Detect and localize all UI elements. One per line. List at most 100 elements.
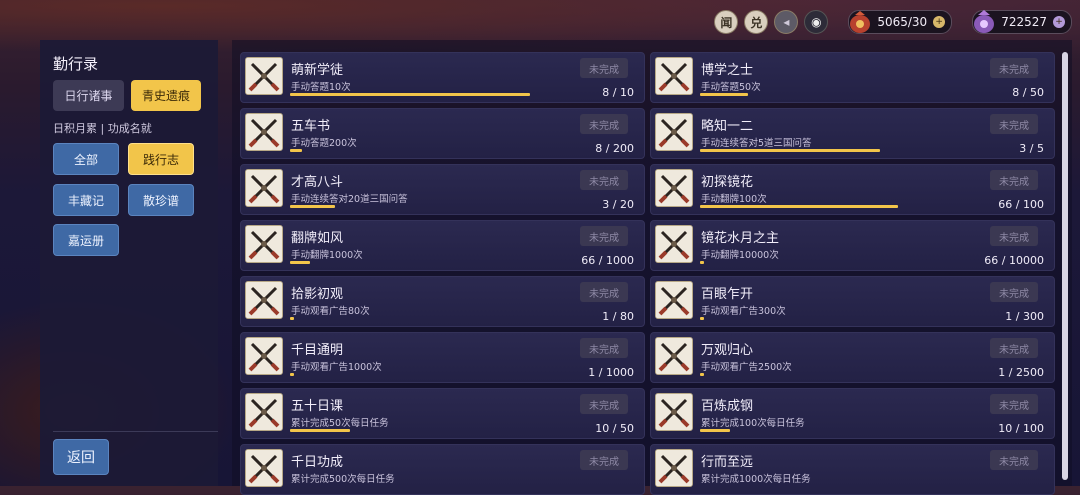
achievement-description: 手动答题200次 xyxy=(291,138,357,149)
resource-counter-gems[interactable]: 722527 + xyxy=(972,10,1072,34)
tab-history[interactable]: 青史遗痕 xyxy=(131,80,201,111)
status-badge[interactable]: 未完成 xyxy=(580,450,628,470)
achievement-description: 手动观看广告1000次 xyxy=(291,362,382,373)
status-badge[interactable]: 未完成 xyxy=(990,338,1038,358)
resource-counter-coins[interactable]: 5065/30 + xyxy=(848,10,953,34)
crossed-swords-icon xyxy=(245,281,283,319)
achievement-description: 手动观看广告2500次 xyxy=(701,362,792,373)
achievement-name: 千日功成 xyxy=(291,455,344,470)
scrollbar-thumb[interactable] xyxy=(1062,52,1068,480)
progress-track xyxy=(290,373,590,376)
achievement-card[interactable]: 拾影初观 手动观看广告80次 未完成 1 / 80 xyxy=(240,276,645,327)
progress-fill xyxy=(290,205,335,208)
crossed-swords-icon xyxy=(245,337,283,375)
achievement-name: 五车书 xyxy=(291,119,331,134)
achievement-card[interactable]: 万观归心 手动观看广告2500次 未完成 1 / 2500 xyxy=(650,332,1055,383)
status-badge[interactable]: 未完成 xyxy=(580,170,628,190)
progress-track xyxy=(700,93,1000,96)
achievement-card[interactable]: 略知一二 手动连续答对5道三国问答 未完成 3 / 5 xyxy=(650,108,1055,159)
progress-text: 1 / 300 xyxy=(1005,310,1044,323)
achievement-description: 手动答题50次 xyxy=(701,82,761,93)
resource-value: 722527 xyxy=(1001,15,1047,29)
status-badge[interactable]: 未完成 xyxy=(580,114,628,134)
achievement-description: 手动观看广告300次 xyxy=(701,306,786,317)
hear-icon[interactable]: 闻 xyxy=(714,10,739,34)
status-badge[interactable]: 未完成 xyxy=(580,282,628,302)
achievement-name: 才高八斗 xyxy=(291,175,344,190)
category-treasure-button[interactable]: 散珍谱 xyxy=(128,184,194,216)
progress-track xyxy=(700,149,1000,152)
crossed-swords-icon xyxy=(245,113,283,151)
achievement-card[interactable]: 五十日课 累计完成50次每日任务 未完成 10 / 50 xyxy=(240,388,645,439)
progress-track xyxy=(290,485,590,488)
progress-fill xyxy=(700,149,880,152)
achievement-card[interactable]: 才高八斗 手动连续答对20道三国问答 未完成 3 / 20 xyxy=(240,164,645,215)
crossed-swords-icon xyxy=(245,169,283,207)
achievement-card[interactable]: 百眼乍开 手动观看广告300次 未完成 1 / 300 xyxy=(650,276,1055,327)
plus-icon[interactable]: + xyxy=(1053,16,1065,28)
crossed-swords-icon xyxy=(245,57,283,95)
achievement-description: 手动翻牌1000次 xyxy=(291,250,363,261)
scrollbar[interactable] xyxy=(1062,52,1068,480)
progress-fill xyxy=(700,205,898,208)
progress-text: 1 / 80 xyxy=(602,310,634,323)
category-all-button[interactable]: 全部 xyxy=(53,143,119,175)
progress-track xyxy=(700,485,1000,488)
progress-track xyxy=(290,93,590,96)
achievement-card[interactable]: 千日功成 累计完成500次每日任务 未完成 xyxy=(240,444,645,495)
category-fortune-button[interactable]: 嘉运册 xyxy=(53,224,119,256)
progress-text: 66 / 100 xyxy=(998,198,1044,211)
status-badge[interactable]: 未完成 xyxy=(580,338,628,358)
achievement-description: 手动翻牌10000次 xyxy=(701,250,779,261)
plus-icon[interactable]: + xyxy=(933,16,946,28)
progress-text: 1 / 2500 xyxy=(998,366,1044,379)
progress-text: 8 / 10 xyxy=(602,86,634,99)
tab-daily[interactable]: 日行诸事 xyxy=(53,80,124,111)
achievement-card[interactable]: 镜花水月之主手动翻牌10000次 未完成 66 / 10000 xyxy=(650,220,1055,271)
achievement-description: 手动答题10次 xyxy=(291,82,351,93)
achievement-card[interactable]: 千目通明 手动观看广告1000次 未完成 1 / 1000 xyxy=(240,332,645,383)
achievement-name: 拾影初观 xyxy=(291,287,344,302)
achievement-description: 累计完成1000次每日任务 xyxy=(701,474,811,485)
achievement-name: 镜花水月之主 xyxy=(701,231,780,246)
status-badge[interactable]: 未完成 xyxy=(580,226,628,246)
progress-fill xyxy=(700,93,748,96)
status-badge[interactable]: 未完成 xyxy=(990,114,1038,134)
achievement-card[interactable]: 博学之士 手动答题50次 未完成 8 / 50 xyxy=(650,52,1055,103)
achievement-card[interactable]: 初探镜花 手动翻牌100次 未完成 66 / 100 xyxy=(650,164,1055,215)
progress-track xyxy=(290,317,590,320)
achievement-card[interactable]: 翻牌如风 手动翻牌1000次 未完成 66 / 1000 xyxy=(240,220,645,271)
crossed-swords-icon xyxy=(655,393,693,431)
crossed-swords-icon xyxy=(245,449,283,487)
status-badge[interactable]: 未完成 xyxy=(990,170,1038,190)
category-collection-button[interactable]: 丰藏记 xyxy=(53,184,119,216)
progress-text: 66 / 10000 xyxy=(984,254,1044,267)
section-subtitle: 日积月累 | 功成名就 xyxy=(53,122,152,135)
achievement-card[interactable]: 五车书 手动答题200次 未完成 8 / 200 xyxy=(240,108,645,159)
achievement-card[interactable]: 萌新学徒 手动答题10次 未完成 8 / 10 xyxy=(240,52,645,103)
exchange-icon[interactable]: 兑 xyxy=(744,10,769,34)
achievement-description: 累计完成100次每日任务 xyxy=(701,418,805,429)
money-bag-icon xyxy=(845,6,875,36)
progress-text: 8 / 50 xyxy=(1012,86,1044,99)
sound-icon[interactable]: ◂ xyxy=(774,10,799,34)
achievement-name: 初探镜花 xyxy=(701,175,754,190)
status-badge[interactable]: 未完成 xyxy=(990,58,1038,78)
back-button[interactable]: 返回 xyxy=(53,439,109,475)
status-badge[interactable]: 未完成 xyxy=(990,282,1038,302)
category-practice-button[interactable]: 践行志 xyxy=(128,143,194,175)
status-badge[interactable]: 未完成 xyxy=(580,58,628,78)
status-badge[interactable]: 未完成 xyxy=(990,394,1038,414)
status-badge[interactable]: 未完成 xyxy=(990,226,1038,246)
achievement-name: 略知一二 xyxy=(701,119,754,134)
progress-fill xyxy=(290,261,310,264)
achievement-card[interactable]: 行而至远 累计完成1000次每日任务 未完成 xyxy=(650,444,1055,495)
status-badge[interactable]: 未完成 xyxy=(580,394,628,414)
status-badge[interactable]: 未完成 xyxy=(990,450,1038,470)
crossed-swords-icon xyxy=(655,225,693,263)
crossed-swords-icon xyxy=(655,57,693,95)
eye-icon[interactable]: ◉ xyxy=(804,10,829,34)
achievement-card[interactable]: 百炼成钢 累计完成100次每日任务 未完成 10 / 100 xyxy=(650,388,1055,439)
progress-fill xyxy=(290,373,294,376)
achievement-name: 千目通明 xyxy=(291,343,344,358)
